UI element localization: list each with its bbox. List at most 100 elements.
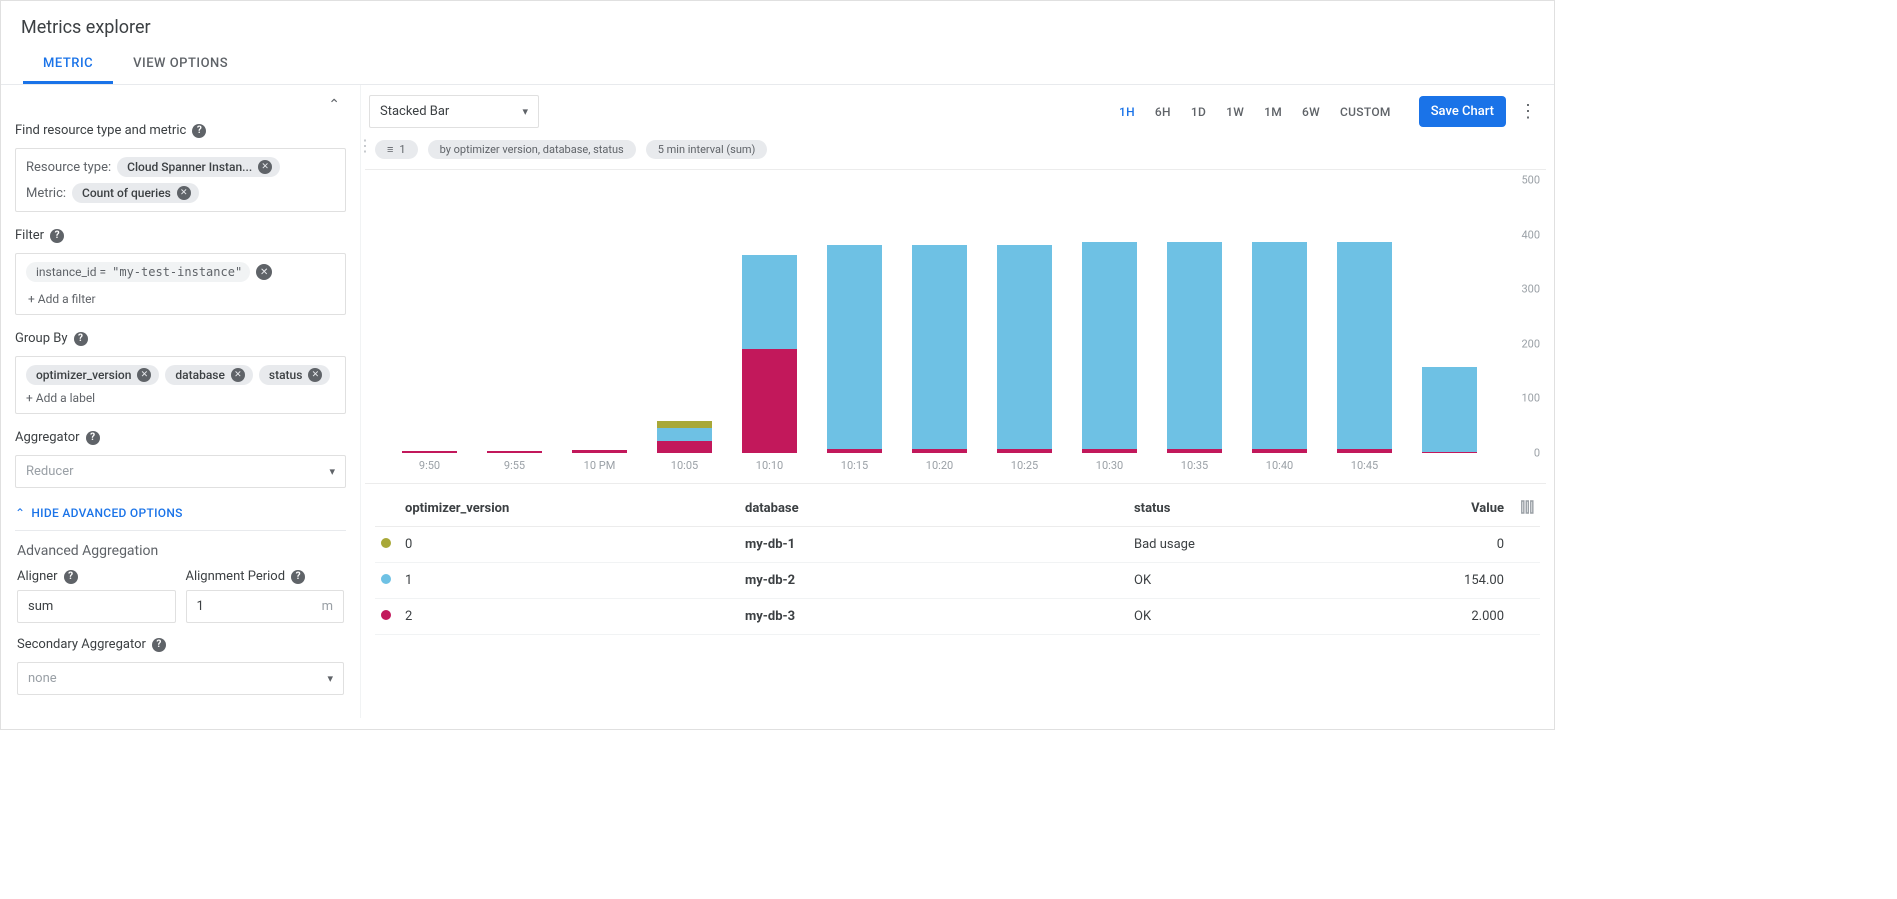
x-tick: 10:25 xyxy=(1011,459,1038,472)
aggregator-select[interactable]: Reducer xyxy=(15,455,346,488)
time-range-group: 1H6H1D1W1M6WCUSTOM xyxy=(1109,99,1401,125)
help-icon[interactable]: ? xyxy=(64,570,78,584)
filter-count-chip[interactable]: 1 xyxy=(375,140,418,159)
groupby-chip[interactable]: database✕ xyxy=(165,365,253,385)
chevron-down-icon xyxy=(329,464,335,479)
aligner-select[interactable]: sum xyxy=(17,590,176,623)
resource-type-label: Resource type: xyxy=(26,160,111,175)
bar xyxy=(997,245,1051,453)
range-1d[interactable]: 1D xyxy=(1181,99,1216,125)
range-6h[interactable]: 6H xyxy=(1145,99,1181,125)
x-tick: 9:50 xyxy=(419,459,440,472)
remove-icon[interactable]: ✕ xyxy=(137,368,151,382)
legend-row[interactable]: 0my-db-1Bad usage0 xyxy=(375,527,1540,563)
help-icon[interactable]: ? xyxy=(74,332,88,346)
y-tick: 100 xyxy=(1521,392,1540,405)
groupby-box[interactable]: optimizer_version✕ database✕ status✕ + Add … xyxy=(15,356,346,414)
secondary-agg-select[interactable]: none xyxy=(17,662,344,695)
range-1m[interactable]: 1M xyxy=(1254,99,1292,125)
tab-metric[interactable]: METRIC xyxy=(23,46,113,84)
remove-icon[interactable]: ✕ xyxy=(177,186,191,200)
bar-segment xyxy=(657,421,711,428)
chevron-down-icon xyxy=(522,104,528,119)
legend-row[interactable]: 2my-db-3OK2.000 xyxy=(375,599,1540,635)
help-icon[interactable]: ? xyxy=(86,431,100,445)
panel-resize-handle[interactable] xyxy=(360,120,370,170)
filter-chip[interactable]: instance_id = "my-test-instance" xyxy=(26,262,250,282)
bar-segment xyxy=(402,451,456,453)
bar-segment xyxy=(1082,242,1136,448)
legend-header-status[interactable]: status xyxy=(1134,501,1414,516)
help-icon[interactable]: ? xyxy=(192,124,206,138)
legend-header-value[interactable]: Value xyxy=(1414,501,1504,516)
help-icon[interactable]: ? xyxy=(50,229,64,243)
remove-icon[interactable]: ✕ xyxy=(231,368,245,382)
bar-segment xyxy=(742,255,796,349)
chevron-up-icon xyxy=(15,506,25,520)
x-tick: 10:35 xyxy=(1181,459,1208,472)
bar-segment xyxy=(1167,449,1221,453)
column-chooser-icon[interactable]: ⫿⫿⫿ xyxy=(1504,500,1534,516)
groupby-chip[interactable]: status✕ xyxy=(259,365,331,385)
bar-segment xyxy=(1337,449,1391,453)
y-tick: 400 xyxy=(1521,228,1540,241)
bar-segment xyxy=(1167,242,1221,448)
bar-segment xyxy=(827,245,881,449)
hide-advanced-link[interactable]: HIDE ADVANCED OPTIONS xyxy=(15,502,183,530)
help-icon[interactable]: ? xyxy=(152,638,166,652)
x-tick: 10:05 xyxy=(671,459,698,472)
bar-segment xyxy=(1252,449,1306,453)
legend-header-database[interactable]: database xyxy=(745,501,1134,516)
bar xyxy=(912,245,966,453)
bar-segment xyxy=(997,449,1051,453)
interval-chip[interactable]: 5 min interval (sum) xyxy=(646,140,768,159)
x-tick: 10:10 xyxy=(756,459,783,472)
bar-segment xyxy=(1082,449,1136,453)
groupby-summary-chip[interactable]: by optimizer version, database, status xyxy=(428,140,636,159)
bar-segment xyxy=(912,449,966,453)
secondary-agg-label: Secondary Aggregator xyxy=(17,637,146,652)
legend-row[interactable]: 1my-db-2OK154.00 xyxy=(375,563,1540,599)
x-tick: 10 PM xyxy=(584,459,616,472)
remove-filter-icon[interactable]: ✕ xyxy=(256,264,272,280)
chart-type-select[interactable]: Stacked Bar xyxy=(369,95,539,128)
groupby-chips: optimizer_version✕ database✕ status✕ + Add … xyxy=(26,365,335,405)
bar xyxy=(1167,242,1221,453)
advanced-agg-title: Advanced Aggregation xyxy=(17,543,344,559)
groupby-chip[interactable]: optimizer_version✕ xyxy=(26,365,159,385)
sidebar: Find resource type and metric ? Resource… xyxy=(1,85,361,718)
collapse-panel-icon[interactable] xyxy=(328,97,340,113)
help-icon[interactable]: ? xyxy=(291,570,305,584)
tab-view-options[interactable]: VIEW OPTIONS xyxy=(113,46,248,84)
filter-box[interactable]: instance_id = "my-test-instance" ✕ + Add… xyxy=(15,253,346,315)
range-1h[interactable]: 1H xyxy=(1109,99,1145,125)
range-6w[interactable]: 6W xyxy=(1292,99,1330,125)
chart-toolbar: Stacked Bar 1H6H1D1W1M6WCUSTOM Save Char… xyxy=(361,85,1554,136)
resource-type-chip[interactable]: Cloud Spanner Instan... ✕ xyxy=(117,157,280,177)
range-custom[interactable]: CUSTOM xyxy=(1330,99,1401,125)
range-1w[interactable]: 1W xyxy=(1216,99,1254,125)
bar xyxy=(402,451,456,453)
chart: 0100200300400500 9:509:5510 PM10:0510:10… xyxy=(365,169,1546,484)
bar-segment xyxy=(827,449,881,453)
x-tick: 10:15 xyxy=(841,459,868,472)
save-chart-button[interactable]: Save Chart xyxy=(1419,96,1506,127)
more-menu-icon[interactable]: ⋮ xyxy=(1514,103,1542,121)
aggregator-label: Aggregator ? xyxy=(15,430,346,445)
x-tick: 10:20 xyxy=(926,459,953,472)
remove-icon[interactable]: ✕ xyxy=(308,368,322,382)
y-tick: 500 xyxy=(1521,174,1540,187)
resource-metric-box[interactable]: Resource type: Cloud Spanner Instan... ✕… xyxy=(15,148,346,212)
add-filter-link[interactable]: + Add a filter xyxy=(26,288,335,306)
bar-segment xyxy=(572,450,626,453)
tabs: METRIC VIEW OPTIONS xyxy=(1,46,1554,85)
bar xyxy=(487,451,541,453)
bar-segment xyxy=(1252,242,1306,448)
alignment-period-input[interactable]: 1 m xyxy=(186,590,345,623)
add-label-link[interactable]: + Add a label xyxy=(26,391,95,405)
legend-header-optimizer[interactable]: optimizer_version xyxy=(405,501,745,516)
remove-icon[interactable]: ✕ xyxy=(258,160,272,174)
page-title: Metrics explorer xyxy=(21,17,1534,38)
filter-icon xyxy=(387,143,393,156)
metric-chip[interactable]: Count of queries ✕ xyxy=(72,183,199,203)
